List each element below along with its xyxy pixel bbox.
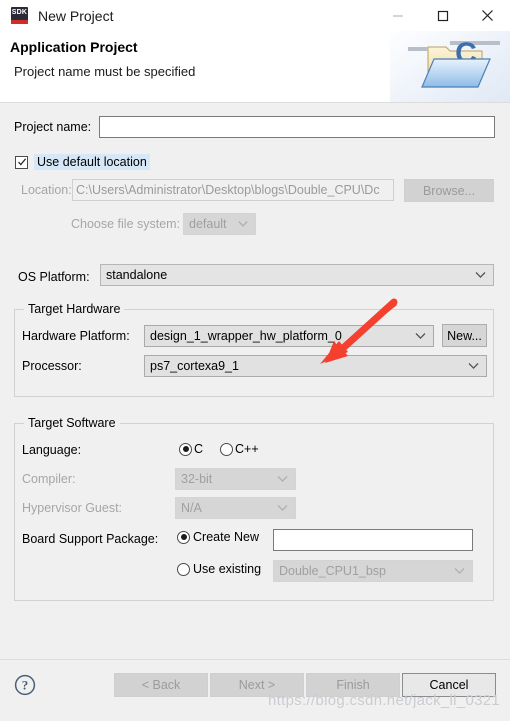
target-hardware-title: Target Hardware	[24, 302, 125, 316]
window-title: New Project	[38, 7, 114, 24]
new-project-dialog: SDK New Project Application Project Proj…	[0, 0, 510, 721]
hypervisor-guest-label: Hypervisor Guest:	[22, 501, 123, 515]
location-row: Location:	[21, 183, 72, 197]
hardware-platform-combo[interactable]: design_1_wrapper_hw_platform_0	[144, 325, 434, 347]
sdk-app-icon: SDK	[11, 7, 28, 24]
compiler-label: Compiler:	[22, 472, 76, 486]
chevron-down-icon	[415, 333, 426, 340]
title-bar: SDK New Project	[0, 0, 510, 31]
language-option-cpp[interactable]: C++	[220, 442, 259, 456]
use-default-location-label: Use default location	[34, 154, 150, 170]
hypervisor-guest-value: N/A	[181, 501, 202, 515]
dialog-body: Project name: Use default location Locat…	[0, 103, 510, 659]
location-input[interactable]	[72, 179, 394, 201]
language-option-c[interactable]: C	[179, 442, 203, 456]
radio-dot	[182, 446, 189, 452]
close-button[interactable]	[465, 0, 510, 31]
page-title: Application Project	[10, 39, 138, 55]
minimize-button[interactable]	[375, 0, 420, 31]
bsp-row: Board Support Package:	[22, 532, 158, 546]
checkmark-icon	[17, 158, 26, 166]
language-cpp-radio[interactable]	[220, 442, 233, 456]
sdk-icon-label: SDK	[11, 9, 28, 16]
hardware-platform-value: design_1_wrapper_hw_platform_0	[150, 329, 342, 343]
use-default-location-checkbox[interactable]	[15, 155, 28, 169]
maximize-icon	[437, 10, 448, 21]
dialog-header: Application Project Project name must be…	[0, 31, 510, 103]
language-c-radio[interactable]	[179, 442, 192, 456]
chevron-down-icon	[454, 568, 465, 575]
svg-text:?: ?	[22, 678, 29, 693]
chevron-down-icon	[277, 505, 288, 512]
project-name-label: Project name:	[14, 120, 92, 134]
target-software-title: Target Software	[24, 416, 120, 430]
page-subtitle: Project name must be specified	[14, 64, 196, 79]
os-platform-value: standalone	[106, 268, 168, 282]
maximize-button[interactable]	[420, 0, 465, 31]
choose-file-system-value: default	[189, 217, 227, 231]
radio-dot	[180, 534, 187, 540]
bsp-use-existing-radio[interactable]	[177, 562, 190, 576]
processor-combo[interactable]: ps7_cortexa9_1	[144, 355, 487, 377]
hypervisor-guest-row: Hypervisor Guest:	[22, 501, 122, 515]
close-icon	[482, 10, 493, 21]
language-row: Language:	[22, 443, 81, 457]
processor-row: Processor:	[22, 359, 82, 373]
os-platform-label: OS Platform:	[18, 270, 90, 284]
footer-buttons: < Back Next > Finish Cancel	[112, 673, 496, 697]
chevron-down-icon	[238, 221, 248, 227]
hardware-platform-label: Hardware Platform:	[22, 329, 130, 343]
back-button[interactable]: < Back	[114, 673, 208, 697]
chevron-down-icon	[277, 476, 288, 483]
compiler-row: Compiler:	[22, 472, 76, 486]
bsp-create-new-radio[interactable]	[177, 530, 190, 544]
bsp-create-new-label: Create New	[193, 530, 259, 544]
language-c-label: C	[194, 442, 204, 456]
use-default-location-row[interactable]: Use default location	[15, 154, 150, 170]
compiler-value: 32-bit	[181, 472, 213, 486]
os-platform-combo[interactable]: standalone	[100, 264, 494, 286]
chevron-down-icon	[475, 272, 486, 279]
target-software-group: Target Software Language: C C++ Compiler…	[14, 416, 494, 601]
compiler-combo[interactable]: 32-bit	[175, 468, 296, 490]
project-name-row: Project name:	[14, 120, 91, 134]
processor-label: Processor:	[22, 359, 82, 373]
bsp-use-existing-value: Double_CPU1_bsp	[279, 564, 387, 578]
choose-file-system-label: Choose file system:	[71, 217, 181, 231]
language-cpp-label: C++	[235, 442, 259, 456]
browse-button[interactable]: Browse...	[404, 179, 494, 202]
choose-file-system-row: Choose file system:	[71, 217, 180, 231]
bsp-use-existing-combo[interactable]: Double_CPU1_bsp	[273, 560, 473, 582]
help-button[interactable]: ?	[14, 674, 36, 699]
language-label: Language:	[22, 443, 82, 457]
finish-button[interactable]: Finish	[306, 673, 400, 697]
new-hardware-platform-button[interactable]: New...	[442, 324, 487, 347]
cancel-button[interactable]: Cancel	[402, 673, 496, 697]
bsp-create-new-option[interactable]: Create New	[177, 530, 259, 544]
location-label: Location:	[21, 183, 72, 197]
bsp-label: Board Support Package:	[22, 532, 159, 546]
bsp-use-existing-option[interactable]: Use existing	[177, 562, 261, 576]
choose-file-system-combo[interactable]: default	[183, 213, 256, 235]
window-controls	[375, 0, 510, 31]
next-button[interactable]: Next >	[210, 673, 304, 697]
os-platform-row: OS Platform:	[18, 270, 90, 284]
bsp-use-existing-label: Use existing	[193, 562, 262, 576]
hardware-platform-row: Hardware Platform:	[22, 329, 130, 343]
chevron-down-icon	[468, 363, 479, 370]
project-name-input[interactable]	[99, 116, 495, 138]
bsp-create-new-input[interactable]	[273, 529, 473, 551]
dialog-footer: ? < Back Next > Finish Cancel	[0, 659, 510, 721]
c-project-folder-icon: C	[390, 31, 510, 102]
processor-value: ps7_cortexa9_1	[150, 359, 239, 373]
target-hardware-group: Target Hardware Hardware Platform: desig…	[14, 302, 494, 397]
help-icon: ?	[14, 674, 36, 696]
minimize-icon	[392, 14, 403, 17]
hypervisor-guest-combo[interactable]: N/A	[175, 497, 296, 519]
